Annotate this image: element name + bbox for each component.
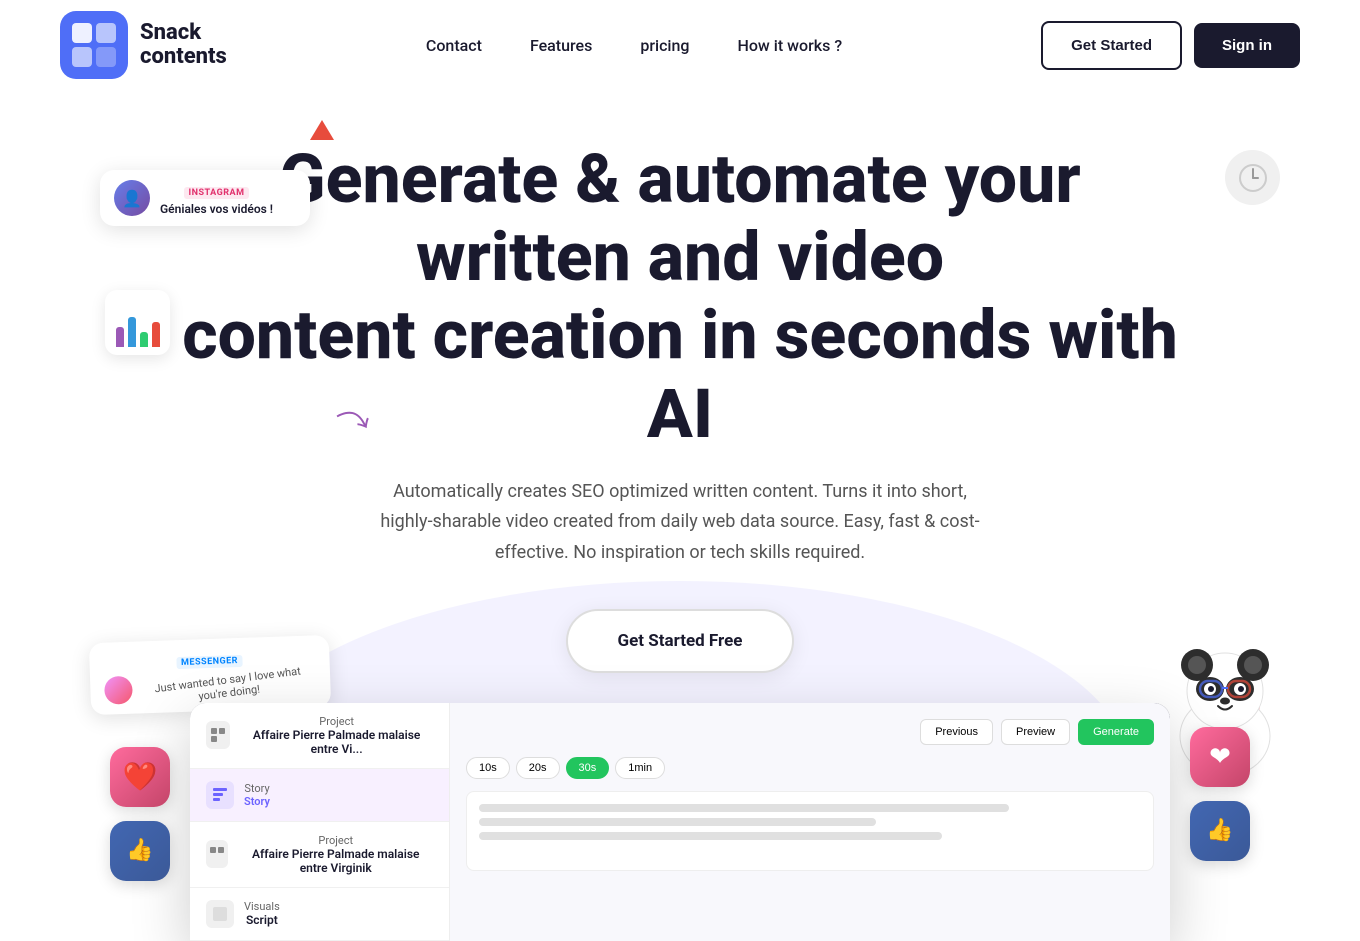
instagram-card-content: INSTAGRAM Géniales vos vidéos ! bbox=[160, 180, 273, 216]
messenger-message-row: Just wanted to say I love what you're do… bbox=[104, 669, 317, 704]
dashboard-content-area bbox=[466, 791, 1154, 871]
hero-cta-button[interactable]: Get Started Free bbox=[566, 609, 795, 673]
nav-pricing[interactable]: pricing bbox=[640, 36, 689, 55]
triangle-decoration bbox=[310, 120, 334, 140]
clock-decoration bbox=[1225, 150, 1280, 205]
dashboard-frame: Project Affaire Pierre Palmade malaise e… bbox=[190, 703, 1170, 941]
time-30s[interactable]: 30s bbox=[566, 757, 610, 779]
previous-button[interactable]: Previous bbox=[920, 719, 993, 745]
row-icon-3 bbox=[206, 840, 228, 868]
dashboard-sidebar: Project Affaire Pierre Palmade malaise e… bbox=[190, 703, 450, 941]
chart-decoration bbox=[105, 290, 170, 355]
dashboard-controls: Previous Preview Generate bbox=[466, 719, 1154, 745]
instagram-avatar: 👤 bbox=[114, 180, 150, 216]
row-content-3: Project Affaire Pierre Palmade malaise e… bbox=[238, 834, 433, 875]
nav-actions: Get Started Sign in bbox=[1041, 21, 1300, 70]
nav-how-works[interactable]: How it works ? bbox=[737, 36, 842, 55]
dashboard-row-2: Story Story bbox=[190, 769, 449, 822]
heart-reaction-right-icon: ❤ bbox=[1190, 727, 1250, 787]
dashboard-inner: Project Affaire Pierre Palmade malaise e… bbox=[190, 703, 1170, 941]
script-line-3 bbox=[479, 832, 942, 840]
instagram-notification-card: 👤 INSTAGRAM Géniales vos vidéos ! bbox=[100, 170, 310, 226]
dashboard-row-4: Visuals Script bbox=[190, 888, 449, 941]
dashboard-row-3: Project Affaire Pierre Palmade malaise e… bbox=[190, 822, 449, 888]
hero-headline: Generate & automate your written and vid… bbox=[180, 110, 1180, 453]
row-content-4: Visuals Script bbox=[244, 900, 280, 927]
script-line-1 bbox=[479, 804, 1009, 812]
row-content-1: Project Affaire Pierre Palmade malaise e… bbox=[240, 715, 433, 756]
time-10s[interactable]: 10s bbox=[466, 757, 510, 779]
row-icon-2 bbox=[206, 781, 234, 809]
generate-button[interactable]: Generate bbox=[1078, 719, 1154, 745]
hero-subtext: Automatically creates SEO optimized writ… bbox=[370, 477, 990, 569]
row-content-2: Story Story bbox=[244, 782, 270, 808]
dashboard-preview: ❤️ 👍 ❤ 👍 Project Affaire Pierre Pal bbox=[190, 703, 1170, 941]
time-20s[interactable]: 20s bbox=[516, 757, 560, 779]
time-options: 10s 20s 30s 1min bbox=[466, 757, 1154, 779]
social-reactions-right: ❤ 👍 bbox=[1190, 727, 1250, 861]
time-1min[interactable]: 1min bbox=[615, 757, 665, 779]
social-reactions-left: ❤️ 👍 bbox=[110, 747, 170, 881]
script-area bbox=[466, 791, 1154, 871]
dashboard-row-1: Project Affaire Pierre Palmade malaise e… bbox=[190, 703, 449, 769]
facebook-reaction-icon: 👍 bbox=[110, 821, 170, 881]
logo[interactable]: Snack contents bbox=[60, 11, 227, 79]
hero-section: ⤵ 👤 INSTAGRAM Géniales vos vidéos ! MESS… bbox=[0, 90, 1360, 941]
messenger-avatar bbox=[104, 675, 133, 704]
row-icon-4 bbox=[206, 900, 234, 928]
nav-get-started-button[interactable]: Get Started bbox=[1041, 21, 1182, 70]
row-icon-1 bbox=[206, 721, 230, 749]
script-line-2 bbox=[479, 818, 876, 826]
nav-features[interactable]: Features bbox=[530, 36, 592, 55]
navigation: Snack contents Contact Features pricing … bbox=[0, 0, 1360, 90]
nav-menu: Contact Features pricing How it works ? bbox=[426, 36, 842, 55]
brand-name: Snack contents bbox=[140, 21, 227, 69]
dashboard-main: Previous Preview Generate 10s 20s 30s 1m… bbox=[450, 703, 1170, 941]
preview-button[interactable]: Preview bbox=[1001, 719, 1070, 745]
thumbsup-reaction-right-icon: 👍 bbox=[1190, 801, 1250, 861]
nav-contact[interactable]: Contact bbox=[426, 36, 482, 55]
heart-reaction-icon: ❤️ bbox=[110, 747, 170, 807]
nav-sign-in-button[interactable]: Sign in bbox=[1194, 23, 1300, 68]
